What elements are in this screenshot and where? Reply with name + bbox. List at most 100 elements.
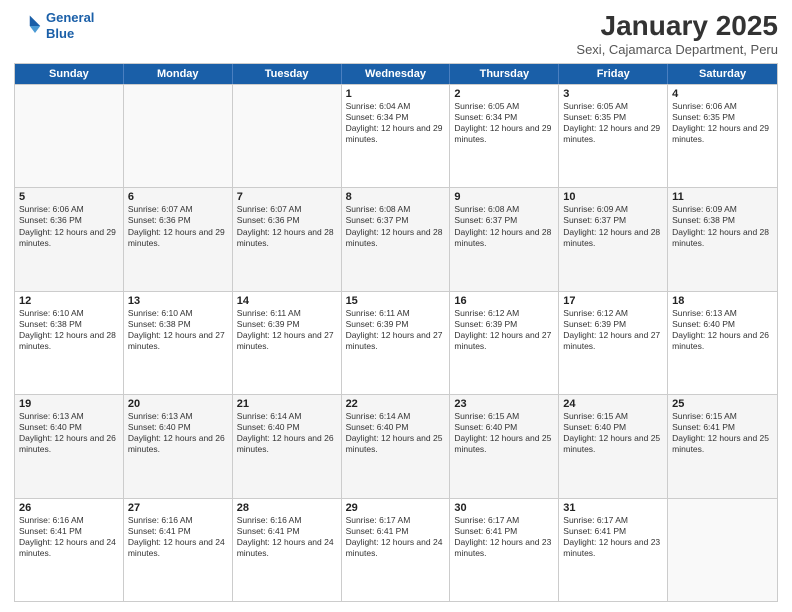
day-info: Sunrise: 6:17 AMSunset: 6:41 PMDaylight:…: [346, 515, 446, 559]
day-info: Sunrise: 6:05 AMSunset: 6:35 PMDaylight:…: [563, 101, 663, 145]
header-cell-tuesday: Tuesday: [233, 64, 342, 84]
day-number: 28: [237, 502, 337, 514]
empty-cell: [668, 499, 777, 601]
header-cell-thursday: Thursday: [450, 64, 559, 84]
day-number: 17: [563, 295, 663, 307]
day-cell-28: 28Sunrise: 6:16 AMSunset: 6:41 PMDayligh…: [233, 499, 342, 601]
day-cell-8: 8Sunrise: 6:08 AMSunset: 6:37 PMDaylight…: [342, 188, 451, 290]
day-number: 2: [454, 88, 554, 100]
day-info: Sunrise: 6:06 AMSunset: 6:35 PMDaylight:…: [672, 101, 773, 145]
day-number: 8: [346, 191, 446, 203]
day-info: Sunrise: 6:11 AMSunset: 6:39 PMDaylight:…: [346, 308, 446, 352]
day-cell-15: 15Sunrise: 6:11 AMSunset: 6:39 PMDayligh…: [342, 292, 451, 394]
day-cell-25: 25Sunrise: 6:15 AMSunset: 6:41 PMDayligh…: [668, 395, 777, 497]
day-number: 10: [563, 191, 663, 203]
calendar: SundayMondayTuesdayWednesdayThursdayFrid…: [14, 63, 778, 602]
day-cell-26: 26Sunrise: 6:16 AMSunset: 6:41 PMDayligh…: [15, 499, 124, 601]
calendar-row-4: 19Sunrise: 6:13 AMSunset: 6:40 PMDayligh…: [15, 394, 777, 497]
calendar-row-2: 5Sunrise: 6:06 AMSunset: 6:36 PMDaylight…: [15, 187, 777, 290]
day-info: Sunrise: 6:12 AMSunset: 6:39 PMDaylight:…: [563, 308, 663, 352]
day-number: 24: [563, 398, 663, 410]
day-info: Sunrise: 6:10 AMSunset: 6:38 PMDaylight:…: [19, 308, 119, 352]
logo-line1: General: [46, 10, 94, 25]
day-info: Sunrise: 6:10 AMSunset: 6:38 PMDaylight:…: [128, 308, 228, 352]
day-number: 14: [237, 295, 337, 307]
day-info: Sunrise: 6:12 AMSunset: 6:39 PMDaylight:…: [454, 308, 554, 352]
day-cell-31: 31Sunrise: 6:17 AMSunset: 6:41 PMDayligh…: [559, 499, 668, 601]
day-info: Sunrise: 6:07 AMSunset: 6:36 PMDaylight:…: [128, 204, 228, 248]
day-info: Sunrise: 6:04 AMSunset: 6:34 PMDaylight:…: [346, 101, 446, 145]
day-number: 11: [672, 191, 773, 203]
day-number: 21: [237, 398, 337, 410]
day-cell-21: 21Sunrise: 6:14 AMSunset: 6:40 PMDayligh…: [233, 395, 342, 497]
day-cell-4: 4Sunrise: 6:06 AMSunset: 6:35 PMDaylight…: [668, 85, 777, 187]
day-info: Sunrise: 6:13 AMSunset: 6:40 PMDaylight:…: [672, 308, 773, 352]
day-cell-13: 13Sunrise: 6:10 AMSunset: 6:38 PMDayligh…: [124, 292, 233, 394]
header-cell-saturday: Saturday: [668, 64, 777, 84]
day-info: Sunrise: 6:17 AMSunset: 6:41 PMDaylight:…: [563, 515, 663, 559]
day-info: Sunrise: 6:13 AMSunset: 6:40 PMDaylight:…: [19, 411, 119, 455]
header: General Blue January 2025 Sexi, Cajamarc…: [14, 10, 778, 57]
day-number: 5: [19, 191, 119, 203]
header-cell-wednesday: Wednesday: [342, 64, 451, 84]
day-info: Sunrise: 6:08 AMSunset: 6:37 PMDaylight:…: [346, 204, 446, 248]
day-cell-22: 22Sunrise: 6:14 AMSunset: 6:40 PMDayligh…: [342, 395, 451, 497]
day-number: 16: [454, 295, 554, 307]
day-info: Sunrise: 6:14 AMSunset: 6:40 PMDaylight:…: [346, 411, 446, 455]
logo-line2: Blue: [46, 26, 74, 41]
day-number: 29: [346, 502, 446, 514]
day-cell-19: 19Sunrise: 6:13 AMSunset: 6:40 PMDayligh…: [15, 395, 124, 497]
day-info: Sunrise: 6:16 AMSunset: 6:41 PMDaylight:…: [128, 515, 228, 559]
day-info: Sunrise: 6:09 AMSunset: 6:37 PMDaylight:…: [563, 204, 663, 248]
day-cell-20: 20Sunrise: 6:13 AMSunset: 6:40 PMDayligh…: [124, 395, 233, 497]
day-cell-18: 18Sunrise: 6:13 AMSunset: 6:40 PMDayligh…: [668, 292, 777, 394]
day-info: Sunrise: 6:06 AMSunset: 6:36 PMDaylight:…: [19, 204, 119, 248]
day-cell-12: 12Sunrise: 6:10 AMSunset: 6:38 PMDayligh…: [15, 292, 124, 394]
day-cell-5: 5Sunrise: 6:06 AMSunset: 6:36 PMDaylight…: [15, 188, 124, 290]
day-cell-6: 6Sunrise: 6:07 AMSunset: 6:36 PMDaylight…: [124, 188, 233, 290]
day-number: 23: [454, 398, 554, 410]
calendar-row-1: 1Sunrise: 6:04 AMSunset: 6:34 PMDaylight…: [15, 84, 777, 187]
calendar-subtitle: Sexi, Cajamarca Department, Peru: [576, 42, 778, 57]
header-cell-sunday: Sunday: [15, 64, 124, 84]
day-cell-9: 9Sunrise: 6:08 AMSunset: 6:37 PMDaylight…: [450, 188, 559, 290]
day-number: 30: [454, 502, 554, 514]
day-number: 13: [128, 295, 228, 307]
empty-cell: [124, 85, 233, 187]
header-cell-friday: Friday: [559, 64, 668, 84]
day-info: Sunrise: 6:13 AMSunset: 6:40 PMDaylight:…: [128, 411, 228, 455]
day-info: Sunrise: 6:07 AMSunset: 6:36 PMDaylight:…: [237, 204, 337, 248]
day-cell-23: 23Sunrise: 6:15 AMSunset: 6:40 PMDayligh…: [450, 395, 559, 497]
day-info: Sunrise: 6:08 AMSunset: 6:37 PMDaylight:…: [454, 204, 554, 248]
day-number: 18: [672, 295, 773, 307]
day-info: Sunrise: 6:09 AMSunset: 6:38 PMDaylight:…: [672, 204, 773, 248]
day-info: Sunrise: 6:05 AMSunset: 6:34 PMDaylight:…: [454, 101, 554, 145]
page: General Blue January 2025 Sexi, Cajamarc…: [0, 0, 792, 612]
day-info: Sunrise: 6:11 AMSunset: 6:39 PMDaylight:…: [237, 308, 337, 352]
day-cell-30: 30Sunrise: 6:17 AMSunset: 6:41 PMDayligh…: [450, 499, 559, 601]
day-number: 7: [237, 191, 337, 203]
day-info: Sunrise: 6:17 AMSunset: 6:41 PMDaylight:…: [454, 515, 554, 559]
day-number: 15: [346, 295, 446, 307]
day-info: Sunrise: 6:14 AMSunset: 6:40 PMDaylight:…: [237, 411, 337, 455]
day-cell-14: 14Sunrise: 6:11 AMSunset: 6:39 PMDayligh…: [233, 292, 342, 394]
logo-text: General Blue: [46, 10, 94, 41]
day-number: 25: [672, 398, 773, 410]
title-block: January 2025 Sexi, Cajamarca Department,…: [576, 10, 778, 57]
day-cell-11: 11Sunrise: 6:09 AMSunset: 6:38 PMDayligh…: [668, 188, 777, 290]
day-number: 20: [128, 398, 228, 410]
day-info: Sunrise: 6:15 AMSunset: 6:40 PMDaylight:…: [454, 411, 554, 455]
day-number: 31: [563, 502, 663, 514]
calendar-header: SundayMondayTuesdayWednesdayThursdayFrid…: [15, 64, 777, 84]
calendar-body: 1Sunrise: 6:04 AMSunset: 6:34 PMDaylight…: [15, 84, 777, 601]
day-cell-7: 7Sunrise: 6:07 AMSunset: 6:36 PMDaylight…: [233, 188, 342, 290]
day-number: 19: [19, 398, 119, 410]
day-cell-17: 17Sunrise: 6:12 AMSunset: 6:39 PMDayligh…: [559, 292, 668, 394]
day-number: 3: [563, 88, 663, 100]
day-number: 9: [454, 191, 554, 203]
calendar-row-3: 12Sunrise: 6:10 AMSunset: 6:38 PMDayligh…: [15, 291, 777, 394]
day-cell-24: 24Sunrise: 6:15 AMSunset: 6:40 PMDayligh…: [559, 395, 668, 497]
day-number: 26: [19, 502, 119, 514]
day-info: Sunrise: 6:15 AMSunset: 6:41 PMDaylight:…: [672, 411, 773, 455]
empty-cell: [233, 85, 342, 187]
